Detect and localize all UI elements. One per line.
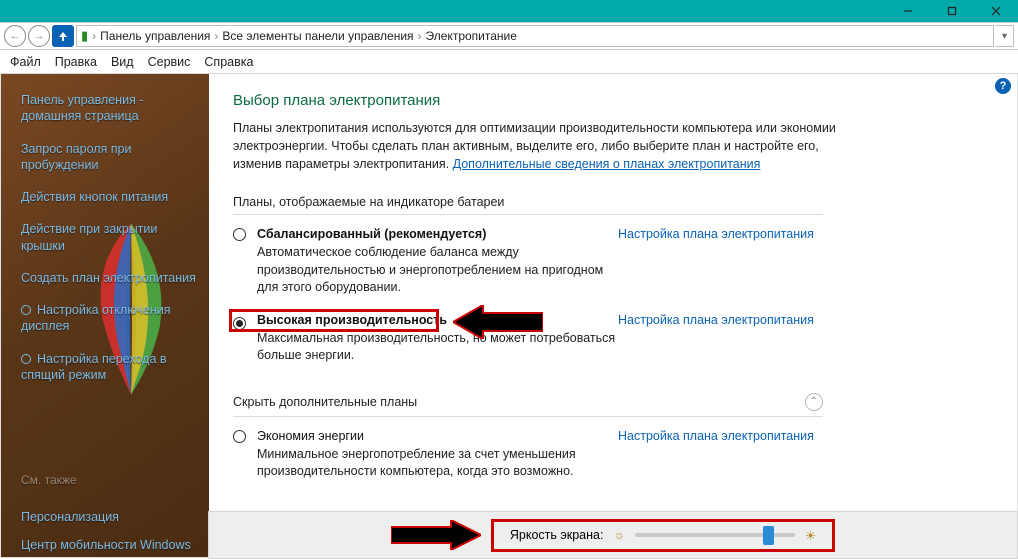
window-maximize-button[interactable] [930, 0, 974, 22]
sun-dim-icon: ☼ [613, 528, 624, 542]
menu-file[interactable]: Файл [10, 55, 41, 69]
sidebar-item-createplan[interactable]: Создать план электропитания [21, 271, 196, 285]
plan-name: Высокая производительность [257, 313, 618, 327]
page-title: Выбор плана электропитания [233, 92, 993, 109]
menu-view[interactable]: Вид [111, 55, 134, 69]
breadcrumb-item[interactable]: Электропитание [426, 29, 517, 43]
hide-plans-label[interactable]: Скрыть дополнительные планы ⌃ [233, 393, 823, 417]
sidebar-item-home[interactable]: Панель управления - домашняя страница [21, 93, 143, 123]
sidebar-item-wakepassword[interactable]: Запрос пароля при пробуждении [21, 142, 132, 172]
sidebar-item-powerbuttons[interactable]: Действия кнопок питания [21, 190, 168, 204]
menu-help[interactable]: Справка [204, 55, 253, 69]
highlight-box: Яркость экрана: ☼ ☀ [491, 519, 835, 552]
plan-name: Сбалансированный (рекомендуется) [257, 227, 618, 241]
chevron-right-icon: › [214, 29, 218, 43]
nav-up-button[interactable] [52, 25, 74, 47]
sidebar-item-mobilitycenter[interactable]: Центр мобильности Windows [21, 538, 191, 552]
radio-balanced[interactable] [233, 228, 246, 241]
content-area: ? Выбор плана электропитания Планы элект… [209, 74, 1017, 557]
display-icon [21, 305, 31, 315]
chevron-right-icon: › [92, 29, 96, 43]
sidebar-item-personalization[interactable]: Персонализация [21, 510, 119, 524]
breadcrumb[interactable]: ▮ › Панель управления › Все элементы пан… [76, 25, 994, 47]
address-bar: ← → ▮ › Панель управления › Все элементы… [0, 22, 1018, 50]
plan-balanced[interactable]: Сбалансированный (рекомендуется) Автомат… [233, 227, 823, 297]
see-also-label: См. также [21, 473, 201, 489]
radio-power-saver[interactable] [233, 430, 246, 443]
brightness-label: Яркость экрана: [510, 528, 604, 542]
address-dropdown-button[interactable]: ▾ [996, 25, 1014, 47]
page-description: Планы электропитания используются для оп… [233, 119, 853, 173]
nav-back-button[interactable]: ← [4, 25, 26, 47]
plan-desc: Максимальная производительность, но може… [257, 330, 618, 365]
sidebar-item-displayoff[interactable]: Настройка отключения дисплея [21, 303, 171, 333]
chevron-up-icon[interactable]: ⌃ [805, 393, 823, 411]
callout-arrow-icon [391, 520, 481, 550]
learn-more-link[interactable]: Дополнительные сведения о планах электро… [453, 157, 761, 171]
sun-bright-icon: ☀ [805, 528, 816, 543]
sidebar-item-sleep[interactable]: Настройка перехода в спящий режим [21, 352, 167, 382]
brightness-bar: Яркость экрана: ☼ ☀ [208, 511, 1018, 559]
plan-desc: Автоматическое соблюдение баланса между … [257, 244, 618, 297]
nav-forward-button[interactable]: → [28, 25, 50, 47]
menu-tools[interactable]: Сервис [148, 55, 191, 69]
slider-thumb[interactable] [763, 526, 774, 545]
breadcrumb-item[interactable]: Панель управления [100, 29, 210, 43]
battery-icon: ▮ [81, 28, 88, 44]
menu-edit[interactable]: Правка [55, 55, 97, 69]
plan-desc: Минимальное энергопотребление за счет ум… [257, 446, 618, 481]
sidebar-item-lidclose[interactable]: Действие при закрытии крышки [21, 222, 157, 252]
plan-settings-link[interactable]: Настройка плана электропитания [618, 313, 814, 327]
brightness-slider[interactable] [635, 533, 795, 537]
window-titlebar [0, 0, 1018, 22]
window-minimize-button[interactable] [886, 0, 930, 22]
plan-settings-link[interactable]: Настройка плана электропитания [618, 429, 814, 443]
sleep-icon [21, 354, 31, 364]
plan-power-saver[interactable]: Экономия энергии Минимальное энергопотре… [233, 429, 823, 481]
radio-high-performance[interactable] [233, 317, 246, 330]
breadcrumb-item[interactable]: Все элементы панели управления [222, 29, 413, 43]
chevron-right-icon: › [418, 29, 422, 43]
sidebar: Панель управления - домашняя страница За… [1, 74, 209, 557]
plan-settings-link[interactable]: Настройка плана электропитания [618, 227, 814, 241]
plan-name: Экономия энергии [257, 429, 618, 443]
menu-bar: Файл Правка Вид Сервис Справка [0, 50, 1018, 74]
plan-high-performance[interactable]: Высокая производительность Максимальная … [233, 313, 823, 365]
plans-shown-label: Планы, отображаемые на индикаторе батаре… [233, 195, 823, 215]
window-close-button[interactable] [974, 0, 1018, 22]
